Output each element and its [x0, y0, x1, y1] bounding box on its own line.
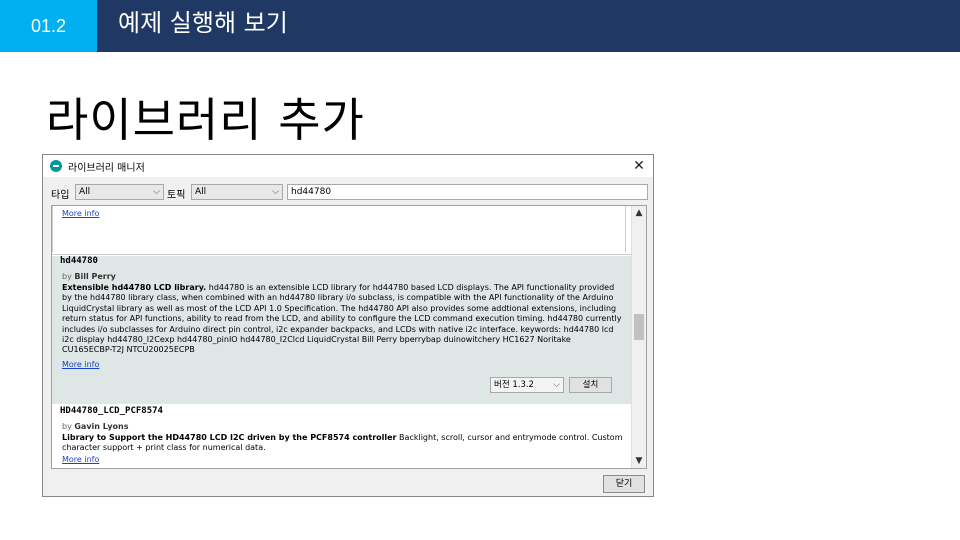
- library-list[interactable]: More info hd44780 by Bill Perry Extensib…: [51, 205, 647, 469]
- by-prefix: by: [62, 272, 72, 281]
- scroll-up-icon[interactable]: ▲: [632, 208, 646, 218]
- topic-select[interactable]: All ⌵: [191, 184, 283, 200]
- scrollbar-thumb[interactable]: [634, 314, 644, 340]
- library-summary: Extensible hd44780 LCD library.: [62, 283, 207, 292]
- library-summary: Library to Support the HD44780 LCD I2C d…: [62, 433, 397, 442]
- arduino-icon: [50, 160, 62, 172]
- title-bar: 라이브러리 매니저 ✕: [43, 155, 653, 177]
- topic-select-value: All: [195, 187, 207, 197]
- type-select-value: All: [79, 187, 91, 197]
- type-label: 타입: [51, 190, 70, 201]
- author-name: Gavin Lyons: [74, 422, 129, 431]
- close-icon[interactable]: ✕: [629, 156, 649, 176]
- slide-heading: 라이브러리 추가: [46, 93, 365, 147]
- library-manager-window: 라이브러리 매니저 ✕ 타입 All ⌵ 토픽 All ⌵ hd44780 Mo…: [42, 154, 654, 497]
- library-description: Library to Support the HD44780 LCD I2C d…: [62, 433, 627, 454]
- library-detail: hd44780 is an extensible LCD library for…: [62, 283, 622, 355]
- chevron-down-icon: ⌵: [153, 187, 160, 197]
- scroll-down-icon[interactable]: ▼: [632, 456, 646, 466]
- section-number: 01.2: [0, 0, 97, 52]
- library-entry-selected[interactable]: hd44780 by Bill Perry Extensible hd44780…: [52, 256, 632, 404]
- window-title: 라이브러리 매니저: [68, 163, 145, 174]
- library-name: HD44780_LCD_PCF8574: [60, 406, 163, 416]
- version-select[interactable]: 버전 1.3.2 ⌵: [490, 377, 564, 393]
- library-name: hd44780: [60, 256, 98, 266]
- more-info-link[interactable]: More info: [62, 360, 99, 370]
- author-line: by Bill Perry: [62, 272, 116, 282]
- library-entry[interactable]: More info: [52, 206, 632, 255]
- more-info-link[interactable]: More info: [62, 455, 99, 465]
- by-prefix: by: [62, 422, 72, 431]
- author-line: by Gavin Lyons: [62, 422, 128, 432]
- topic-label: 토픽: [167, 190, 186, 201]
- install-button[interactable]: 설치: [569, 377, 612, 393]
- search-input[interactable]: hd44780: [287, 184, 648, 200]
- vertical-scrollbar[interactable]: ▲ ▼: [631, 206, 646, 468]
- author-name: Bill Perry: [74, 272, 116, 281]
- close-button[interactable]: 닫기: [603, 475, 645, 493]
- library-description: Extensible hd44780 LCD library. hd44780 …: [62, 283, 622, 356]
- entry-frame: [52, 206, 626, 252]
- section-title: 예제 실행해 보기: [118, 9, 288, 37]
- version-value: 버전 1.3.2: [494, 380, 534, 390]
- chevron-down-icon: ⌵: [553, 380, 560, 390]
- chevron-down-icon: ⌵: [272, 187, 279, 197]
- library-entry[interactable]: HD44780_LCD_PCF8574 by Gavin Lyons Libra…: [52, 406, 632, 468]
- more-info-link[interactable]: More info: [62, 209, 99, 219]
- type-select[interactable]: All ⌵: [75, 184, 164, 200]
- top-bar: 01.2 예제 실행해 보기: [0, 0, 960, 52]
- filter-row: 타입 All ⌵ 토픽 All ⌵ hd44780: [43, 179, 653, 205]
